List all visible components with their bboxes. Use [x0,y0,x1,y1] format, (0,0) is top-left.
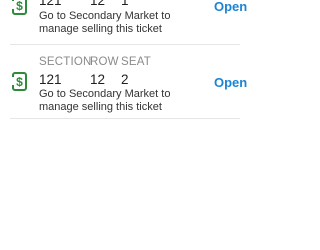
svg-text:$: $ [16,0,23,13]
svg-text:$: $ [16,75,23,89]
open-button[interactable]: Open [214,75,247,90]
section-value: 121 [39,0,62,8]
dollar-document-icon: $ [10,0,30,17]
row-value: 12 [90,0,106,8]
divider [10,118,240,119]
row-header: ROW [90,56,119,68]
seat-value: 2 [121,72,129,87]
ticket-description: Go to Secondary Market to manage selling… [39,88,171,113]
ticket-description: Go to Secondary Market to manage selling… [39,10,171,35]
divider [10,44,240,45]
seat-header: SEAT [121,56,151,68]
row-value: 12 [90,72,106,87]
dollar-document-icon: $ [10,71,30,93]
seat-value: 1 [121,0,129,8]
open-button[interactable]: Open [214,0,247,14]
section-header: SECTION [39,56,92,68]
section-value: 121 [39,72,62,87]
